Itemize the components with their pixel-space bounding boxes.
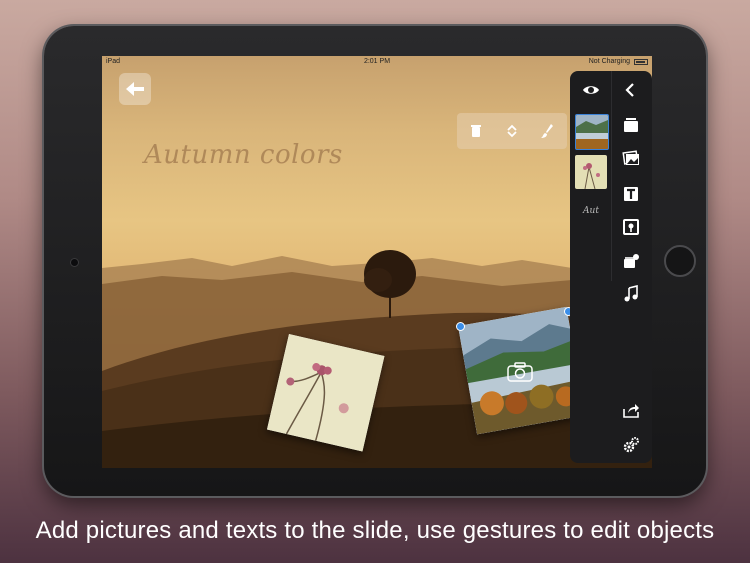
object-edit-toolbar — [457, 113, 567, 149]
slide-title-text[interactable]: Autumn colors — [144, 140, 343, 170]
front-camera — [70, 258, 79, 267]
eye-icon[interactable] — [582, 81, 600, 99]
trash-icon[interactable] — [468, 123, 484, 139]
slide-thumbnail-text[interactable]: Aut — [574, 206, 608, 216]
reorder-icon[interactable] — [504, 123, 520, 139]
flowers-thumbnail-image — [575, 155, 607, 189]
resize-handle-top-left[interactable] — [456, 322, 465, 331]
stickers-icon[interactable] — [622, 252, 640, 270]
panel-divider — [611, 71, 612, 281]
battery-icon — [634, 59, 648, 65]
music-note-icon[interactable] — [622, 285, 640, 303]
camera-icon[interactable] — [507, 362, 533, 382]
brush-icon[interactable] — [540, 123, 556, 139]
frame-icon[interactable] — [622, 218, 640, 236]
layers-icon[interactable] — [622, 116, 640, 134]
promo-caption: Add pictures and texts to the slide, use… — [35, 517, 715, 544]
lake-thumbnail-image — [576, 115, 608, 149]
back-button[interactable] — [119, 73, 151, 105]
clock: 2:01 PM — [363, 58, 391, 65]
text-icon[interactable] — [622, 185, 640, 203]
share-icon[interactable] — [622, 401, 640, 419]
slide-thumbnail-lake[interactable] — [575, 114, 609, 150]
photos-icon[interactable] — [622, 149, 640, 167]
slide-thumbnail-flowers[interactable] — [575, 155, 607, 189]
status-bar: iPad 2:01 PM Not Charging — [102, 56, 652, 68]
app-screen: iPad 2:01 PM Not Charging Autumn colors — [102, 56, 652, 468]
settings-icon[interactable] — [622, 436, 640, 454]
back-arrow-icon — [126, 82, 144, 96]
side-panel: Aut — [570, 71, 652, 463]
battery-status-label: Not Charging — [588, 58, 630, 65]
back-chevron-icon[interactable] — [622, 81, 640, 99]
home-button[interactable] — [664, 245, 696, 277]
